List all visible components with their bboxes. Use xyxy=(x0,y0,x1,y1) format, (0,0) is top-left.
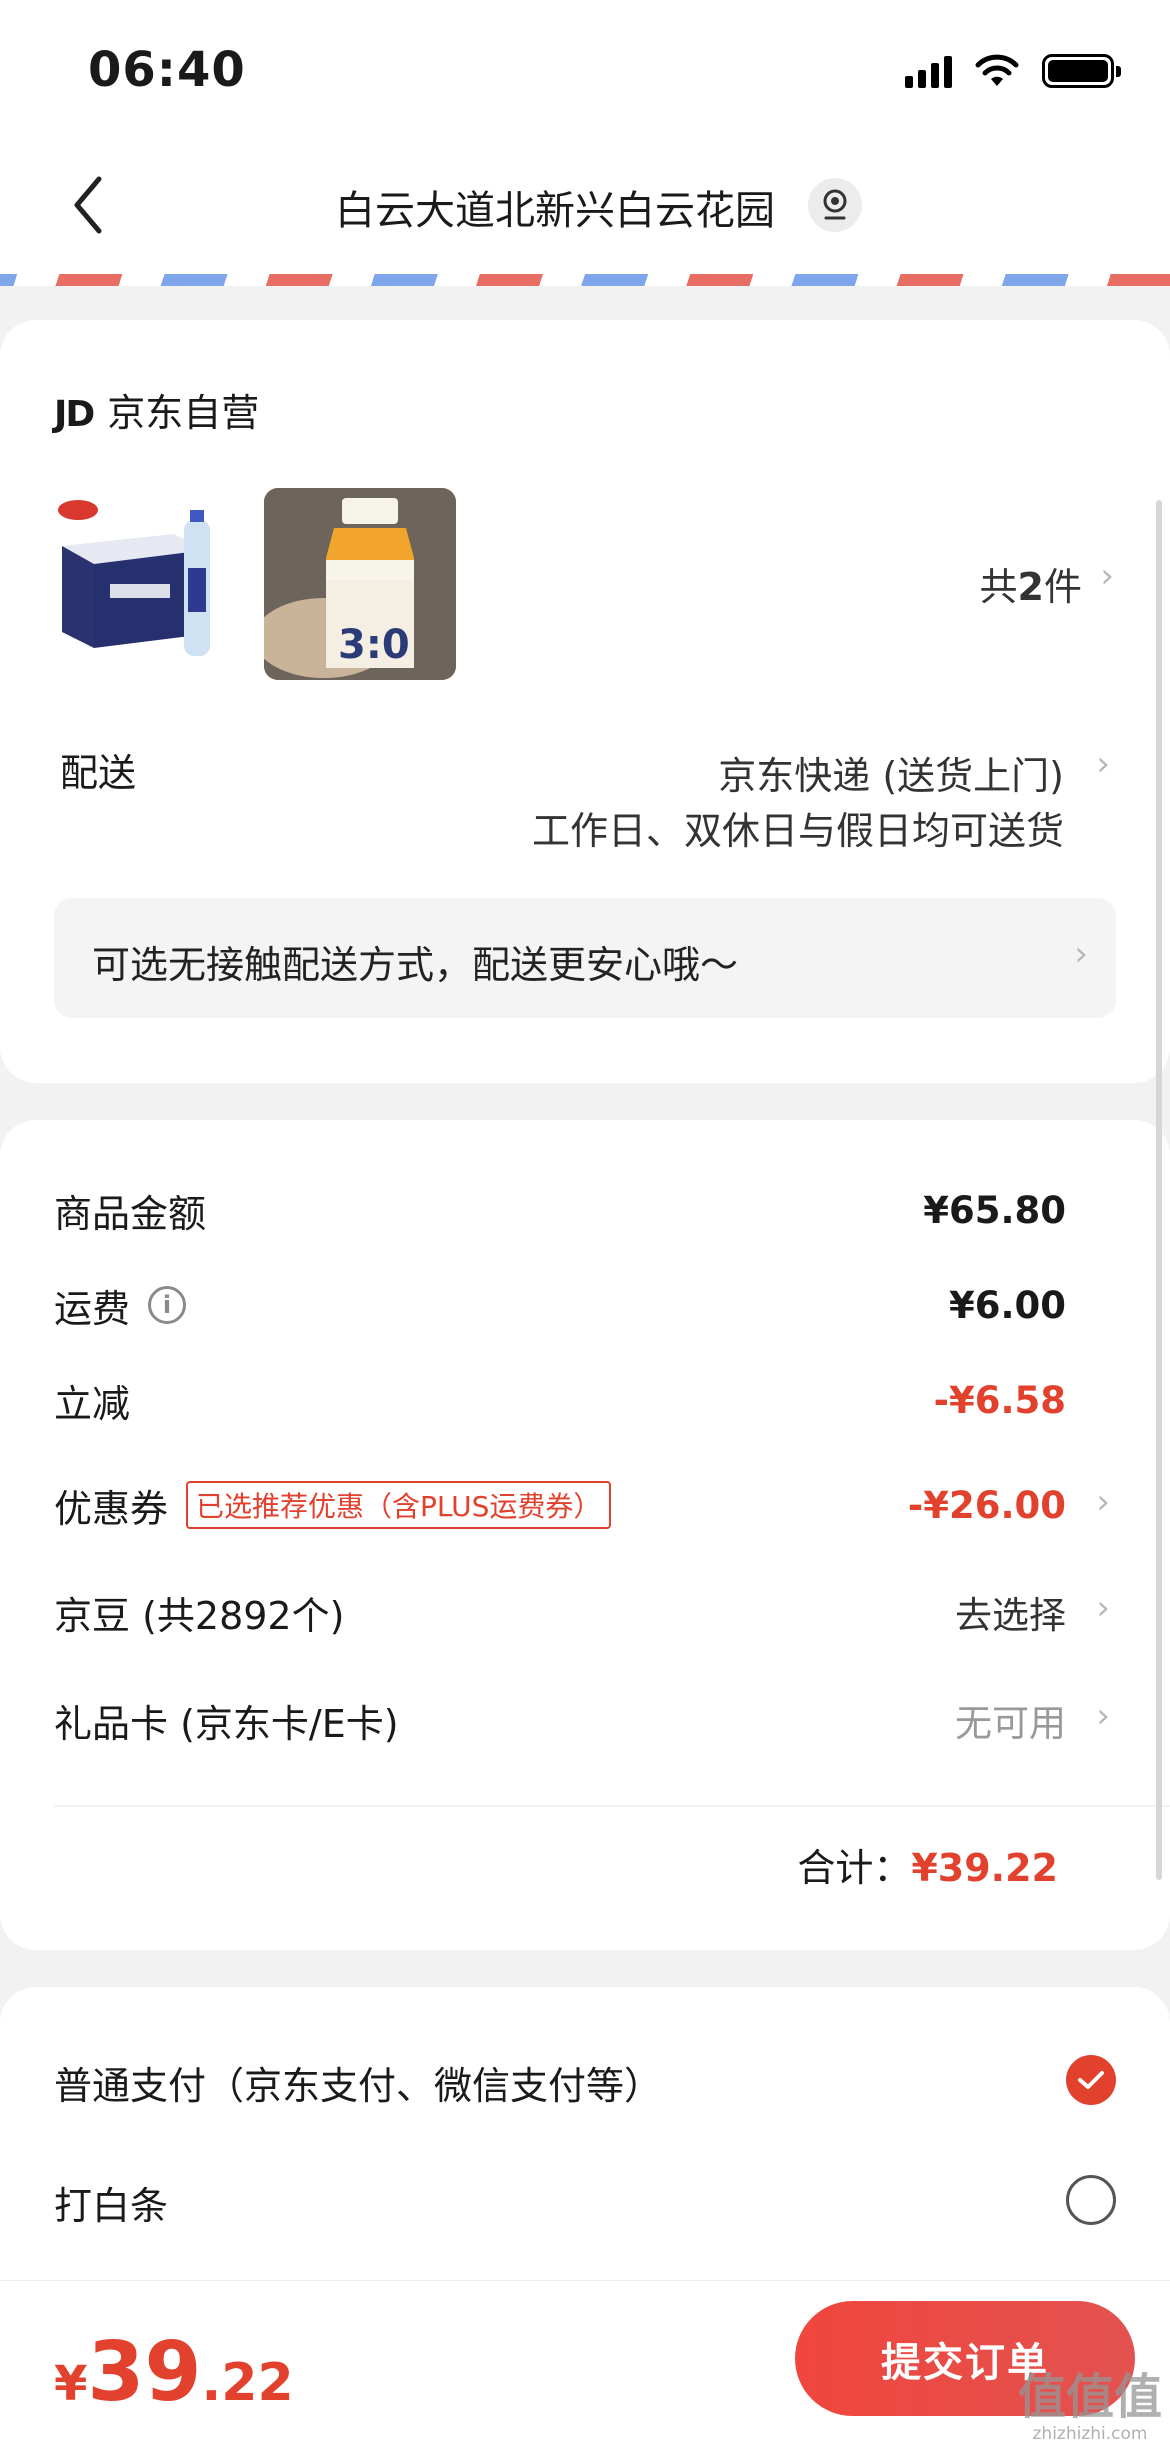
chevron-right-icon[interactable]: › xyxy=(1096,744,1110,784)
jd-beans-label: 京豆 (共2892个) xyxy=(54,1593,345,1638)
gift-card-value: 无可用 xyxy=(955,1702,1066,1745)
gift-card-label: 礼品卡 (京东卡/E卡) xyxy=(54,1701,399,1746)
status-bar: 06:40 xyxy=(0,0,1170,140)
item-count[interactable]: 共2件 xyxy=(980,556,1082,611)
cellular-signal-icon xyxy=(905,54,952,88)
wifi-icon xyxy=(975,54,1019,86)
coupon-badge: 已选推荐优惠（含PLUS运费券） xyxy=(186,1481,612,1529)
payment-option-standard[interactable]: 普通支付（京东支付、微信支付等） xyxy=(54,2055,662,2110)
location-pin-button[interactable] xyxy=(808,178,862,232)
chevron-right-icon[interactable]: › xyxy=(1100,556,1114,596)
shipping-label: 运费 xyxy=(54,1286,131,1331)
payment-card: 普通支付（京东支付、微信支付等） 打白条 xyxy=(0,1987,1170,2287)
delivery-label: 配送 xyxy=(60,751,137,795)
payment-option-baitiao[interactable]: 打白条 xyxy=(54,2175,168,2230)
chevron-right-icon[interactable]: › xyxy=(1096,1482,1110,1522)
status-time: 06:40 xyxy=(88,42,246,98)
juice-bottle-image: 3:0 xyxy=(264,488,456,680)
price-integer: 39 xyxy=(87,2325,202,2420)
watermark: 值值值 zhizhizhi.com xyxy=(1015,2370,1165,2444)
battery-icon xyxy=(1042,54,1121,88)
chevron-right-icon[interactable]: › xyxy=(1096,1696,1110,1736)
store-header: JD 京东自营 xyxy=(54,382,259,437)
coupon-row[interactable]: 优惠券 已选推荐优惠（含PLUS运费券） -¥26.00 xyxy=(54,1475,1066,1535)
store-name: 京东自营 xyxy=(107,391,260,435)
product-thumbnail-juice[interactable]: 3:0 xyxy=(264,488,456,680)
info-icon[interactable]: i xyxy=(148,1286,187,1324)
contactless-delivery-option[interactable]: 可选无接触配送方式，配送更安心哦～ › xyxy=(54,898,1116,1018)
water-box-image xyxy=(54,488,246,680)
store-card: JD 京东自营 3:0 共2件 › 配送 京东快递 (送货上门) 工作日、双休日… xyxy=(0,320,1170,1083)
svg-text:3:0: 3:0 xyxy=(338,622,410,668)
radio-unselected-icon[interactable] xyxy=(1066,2175,1116,2225)
delivery-schedule: 工作日、双休日与假日均可送货 xyxy=(531,809,1064,853)
coupon-label: 优惠券 xyxy=(54,1486,169,1531)
shipping-row: 运费 i ¥6.00 xyxy=(54,1275,1066,1335)
location-pin-icon xyxy=(823,189,847,220)
watermark-site: zhizhizhi.com xyxy=(1032,2424,1148,2444)
address-title[interactable]: 白云大道北新兴白云花园 xyxy=(0,178,1170,236)
status-icons xyxy=(905,54,1121,88)
goods-amount-value: ¥65.80 xyxy=(923,1188,1066,1232)
contactless-hint-text: 可选无接触配送方式，配送更安心哦～ xyxy=(92,943,739,987)
payable-amount: ¥ 39 .22 xyxy=(54,2325,294,2420)
coupon-value: -¥26.00 xyxy=(907,1483,1066,1527)
total-value: ¥39.22 xyxy=(911,1846,1058,1890)
instant-discount-row: 立减 -¥6.58 xyxy=(54,1370,1066,1430)
airmail-border xyxy=(0,274,1170,286)
chevron-right-icon[interactable]: › xyxy=(1096,1588,1110,1628)
goods-amount-label: 商品金额 xyxy=(54,1191,207,1236)
radio-selected-icon[interactable] xyxy=(1066,2055,1116,2105)
scrollbar[interactable] xyxy=(1156,500,1162,1880)
watermark-brand: 值值值 xyxy=(1017,2369,1162,2425)
navigation-bar: 白云大道北新兴白云花园 xyxy=(0,140,1170,274)
checkout-bar: ¥ 39 .22 提交订单 xyxy=(0,2280,1170,2455)
total-label: 合计： xyxy=(797,1846,912,1890)
jd-beans-value: 去选择 xyxy=(955,1594,1066,1637)
price-decimal: .22 xyxy=(201,2353,294,2413)
product-thumbnail-water[interactable] xyxy=(54,488,246,680)
divider xyxy=(54,1805,1170,1807)
delivery-method[interactable]: 京东快递 (送货上门) xyxy=(718,745,1064,800)
chevron-right-icon: › xyxy=(1074,934,1088,974)
gift-card-row[interactable]: 礼品卡 (京东卡/E卡) 无可用 xyxy=(54,1690,1066,1750)
shipping-value: ¥6.00 xyxy=(948,1283,1066,1327)
currency-symbol: ¥ xyxy=(54,2356,88,2412)
check-icon xyxy=(1078,2071,1104,2089)
order-total: 合计：¥39.22 xyxy=(797,1837,1058,1892)
order-summary-card: 商品金额 ¥65.80 运费 i ¥6.00 立减 -¥6.58 优惠券 已选推… xyxy=(0,1120,1170,1950)
jd-logo: JD xyxy=(54,394,95,435)
instant-discount-label: 立减 xyxy=(54,1381,131,1426)
instant-discount-value: -¥6.58 xyxy=(933,1378,1066,1422)
jd-beans-row[interactable]: 京豆 (共2892个) 去选择 xyxy=(54,1582,1066,1642)
goods-amount-row: 商品金额 ¥65.80 xyxy=(54,1180,1066,1240)
